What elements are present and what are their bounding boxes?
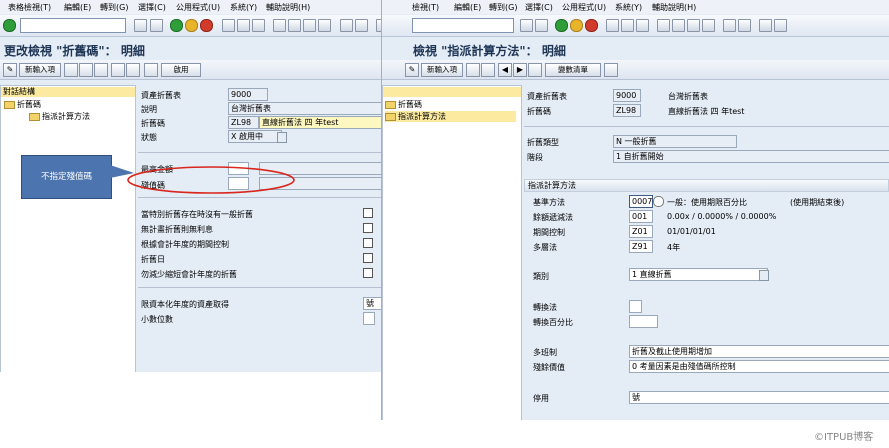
first-page-icon-r[interactable] [657,19,670,32]
delete-icon-r[interactable] [481,63,495,77]
base-method-note: (使用期結束後) [790,198,845,207]
edit-pencil-icon-r[interactable]: ✎ [405,63,419,77]
layout-icon-r[interactable] [774,19,787,32]
scrap-value-label: 殘餘價值 [533,363,565,372]
new-session-icon-r[interactable] [723,19,736,32]
cancel-icon-r[interactable] [585,19,598,32]
multi-level-text: 4年 [667,243,681,252]
declining-text: 0.00x / 0.0000% / 0.0000% [667,212,777,221]
back-icon-r[interactable] [555,19,568,32]
new-entries-button-r[interactable]: 新輸入項 [421,63,463,77]
conversion-method-label: 轉換法 [533,303,557,312]
back-nav-icon-r[interactable] [520,19,533,32]
multi-level-label: 多層法 [533,243,557,252]
declining-label: 餘額遞減法 [533,213,573,222]
exit-icon-r[interactable] [570,19,583,32]
next-entry-icon[interactable]: ▶ [513,63,527,77]
declining-field[interactable]: 001 [629,210,653,223]
more-icon[interactable] [528,63,542,77]
dep-key-text-r: 直線折舊法 四 年test [668,107,745,116]
next-page-icon-r[interactable] [687,19,700,32]
copy-icon-r[interactable] [466,63,480,77]
variant-list-button[interactable]: 變數清單 [545,63,601,77]
print-icon-r[interactable] [606,19,619,32]
folder-open-icon-r [385,100,396,109]
base-method-text: 一般：使用期限百分比 [667,198,747,207]
class-dropdown-icon[interactable] [759,270,769,281]
chart-label-r: 資產折舊表 [527,92,567,101]
right-sap-window: 檢視(T) 編輯(E) 轉到(G) 選擇(C) 公用程式(U) 系統(Y) 輔助… [381,0,889,420]
right-dialog-structure: 折舊碼 指派計算方法 [382,85,522,420]
menu-select-r[interactable]: 選擇(C) [525,2,553,13]
menu-utilities-r[interactable]: 公用程式(U) [562,2,606,13]
menu-goto-r[interactable]: 轉到(G) [489,2,517,13]
chart-field-r: 9000 [613,89,641,102]
prev-page-icon-r[interactable] [672,19,685,32]
multi-shift-label: 多班制 [533,348,557,357]
phase-label: 階段 [527,153,543,162]
tree-item-dep-key-r[interactable]: 折舊碼 [385,99,422,110]
folder-icon-r [385,112,396,121]
tree-item-calc-method-r-label: 指派計算方法 [398,112,446,121]
multi-level-field[interactable]: Z91 [629,240,653,253]
highlight-ellipse [127,166,295,194]
phase-field: 1 自折舊開始 [613,150,889,163]
menu-edit-r[interactable]: 編輯(E) [454,2,481,13]
period-control-field[interactable]: Z01 [629,225,653,238]
last-page-icon-r[interactable] [702,19,715,32]
menu-view[interactable]: 檢視(T) [412,2,439,13]
tree-item-dep-key-r-label: 折舊碼 [398,100,422,109]
conversion-method-field[interactable] [629,300,642,313]
right-menu-bar: 檢視(T) 編輯(E) 轉到(G) 選擇(C) 公用程式(U) 系統(Y) 輔助… [382,0,889,14]
right-separator-1 [524,126,889,127]
scrap-value-field[interactable]: 0 考量因素是由殘值碼所控制 [629,360,889,373]
help-icon-r[interactable] [759,19,772,32]
right-system-toolbar [382,15,889,37]
stop-field[interactable]: 號 [629,391,889,404]
refresh-icon[interactable] [604,63,618,77]
dep-type-label: 折舊類型 [527,138,559,147]
dep-key-label-r: 折舊碼 [527,107,551,116]
search-help-icon[interactable] [653,196,664,207]
watermark: ©ITPUB博客 [814,432,874,443]
conversion-pct-field[interactable] [629,315,658,328]
menu-system-r[interactable]: 系統(Y) [615,2,642,13]
save-icon-r[interactable] [535,19,548,32]
menu-help-r[interactable]: 輔助說明(H) [652,2,696,13]
shortcut-icon-r[interactable] [738,19,751,32]
chart-text-r: 台灣折舊表 [668,92,708,101]
dialog-structure-header-r [383,87,521,97]
right-page-title: 檢視 "指派計算方法"： 明細 [413,44,566,58]
dep-type-field: N 一般折舊 [613,135,737,148]
base-method-label: 基準方法 [533,198,565,207]
calc-method-section-header: 指派計算方法 [524,179,889,192]
find-icon-r[interactable] [621,19,634,32]
right-app-toolbar: ✎ 新輸入項 ◀ ▶ 變數清單 [382,60,889,80]
find-next-icon-r[interactable] [636,19,649,32]
class-label: 類別 [533,272,549,281]
prev-entry-icon[interactable]: ◀ [498,63,512,77]
variant-list-label: 變數清單 [558,65,588,74]
base-method-field[interactable]: 0007 [629,195,653,208]
period-control-label: 期間控制 [533,228,565,237]
conversion-pct-label: 轉換百分比 [533,318,573,327]
stop-label: 停用 [533,394,549,403]
command-field-r[interactable] [412,18,514,33]
dep-key-field-r: ZL98 [613,104,641,117]
tree-item-calc-method-r[interactable]: 指派計算方法 [385,111,516,122]
period-control-text: 01/01/01/01 [667,227,716,236]
multi-shift-field[interactable]: 折舊及截止使用期增加 [629,345,889,358]
class-field[interactable]: 1 直線折舊 [629,268,768,281]
